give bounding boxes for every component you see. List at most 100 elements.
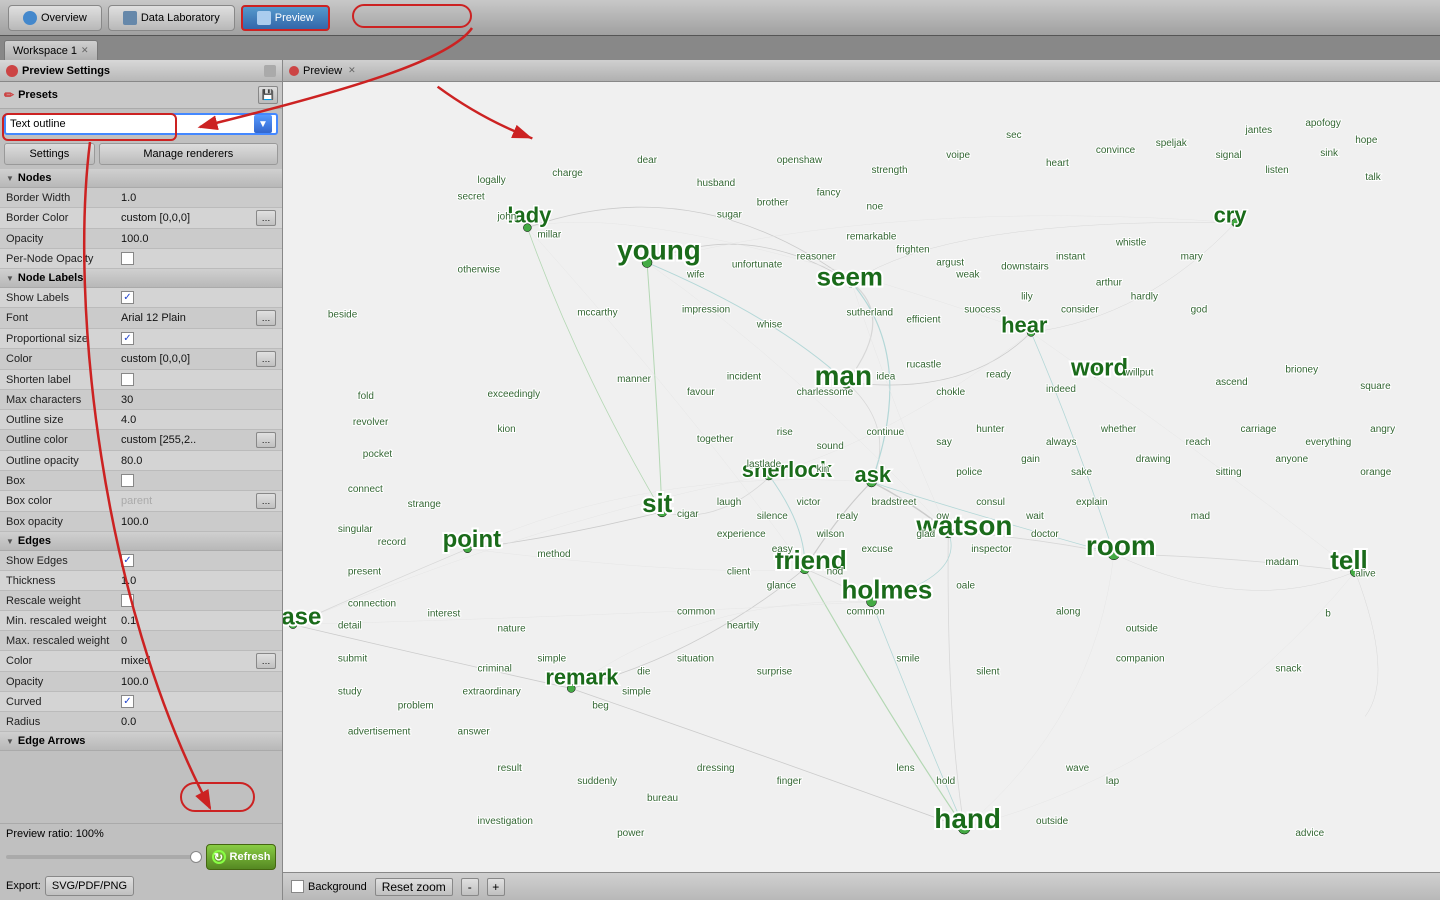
svg-text:argust: argust [936, 258, 964, 269]
show-labels-checkbox[interactable] [121, 291, 134, 304]
edge-color-value: mixed [121, 655, 254, 667]
max-characters-value: 30 [121, 394, 276, 406]
settings-btn-label: Settings [29, 148, 69, 160]
per-node-opacity-checkbox[interactable] [121, 252, 134, 265]
svg-text:sitting: sitting [1216, 467, 1242, 478]
zoom-plus-button[interactable]: + [487, 878, 505, 896]
svg-text:young: young [617, 235, 701, 266]
svg-text:study: study [338, 686, 362, 697]
svg-text:rucastle: rucastle [906, 359, 941, 370]
svg-text:wave: wave [1065, 763, 1090, 774]
reset-zoom-button[interactable]: Reset zoom [375, 878, 453, 896]
svg-text:laugh: laugh [717, 497, 741, 508]
box-checkbox[interactable] [121, 474, 134, 487]
manage-renderers-button[interactable]: Manage renderers [99, 143, 278, 165]
svg-text:dressing: dressing [697, 763, 735, 774]
border-color-row: Border Color custom [0,0,0] … [0, 208, 282, 229]
svg-text:room: room [1086, 530, 1156, 561]
svg-text:record: record [378, 537, 406, 548]
box-label: Box [6, 475, 121, 487]
workspace-tab[interactable]: Workspace 1 ✕ [4, 40, 98, 60]
svg-text:chokle: chokle [936, 387, 965, 398]
svg-text:extraordinary: extraordinary [463, 686, 521, 697]
svg-text:connect: connect [348, 484, 383, 495]
border-color-label: Border Color [6, 212, 121, 224]
preset-select[interactable]: Text outline ▼ [4, 113, 278, 135]
export-button[interactable]: SVG/PDF/PNG [45, 876, 134, 896]
proportional-size-checkbox[interactable] [121, 332, 134, 345]
svg-text:brother: brother [757, 198, 789, 209]
svg-text:power: power [617, 828, 645, 839]
outline-color-btn[interactable]: … [256, 432, 276, 448]
background-checkbox[interactable] [291, 880, 304, 893]
svg-text:kion: kion [497, 424, 515, 435]
svg-text:ready: ready [986, 369, 1011, 380]
panel-minimize-btn[interactable] [264, 65, 276, 77]
border-color-btn[interactable]: … [256, 210, 276, 226]
svg-text:criminal: criminal [477, 663, 511, 674]
show-edges-row: Show Edges [0, 551, 282, 571]
shorten-label-label: Shorten label [6, 374, 121, 386]
max-rescaled-label: Max. rescaled weight [6, 635, 121, 647]
zoom-slider[interactable] [6, 855, 202, 859]
rescale-weight-checkbox[interactable] [121, 594, 134, 607]
edge-color-btn[interactable]: … [256, 653, 276, 669]
opacity-row: Opacity 100.0 [0, 229, 282, 249]
preview-close-btn[interactable] [289, 66, 299, 76]
workspace-close-icon[interactable]: ✕ [81, 45, 89, 56]
svg-text:wilson: wilson [816, 529, 845, 540]
data-laboratory-button[interactable]: Data Laboratory [108, 5, 235, 31]
svg-text:sink: sink [1320, 148, 1338, 159]
svg-text:suddenly: suddenly [577, 776, 617, 787]
curved-row: Curved [0, 692, 282, 712]
svg-text:sugar: sugar [717, 210, 743, 221]
box-row: Box [0, 471, 282, 491]
svg-text:sutherland: sutherland [847, 307, 894, 318]
edges-section-label: Edges [18, 535, 51, 547]
svg-text:remarkable: remarkable [847, 232, 897, 243]
svg-text:reasoner: reasoner [797, 252, 837, 263]
color-btn[interactable]: … [256, 351, 276, 367]
curved-checkbox[interactable] [121, 695, 134, 708]
nodes-triangle-icon: ▼ [6, 174, 14, 183]
presets-text: Presets [18, 89, 58, 101]
zoom-minus-button[interactable]: - [461, 878, 479, 896]
thickness-row: Thickness 1.0 [0, 571, 282, 591]
svg-text:angry: angry [1370, 424, 1395, 435]
zoom-slider-thumb[interactable] [190, 851, 202, 863]
presets-save-btn[interactable]: 💾 [258, 86, 278, 104]
zoom-slider-row: ↻ Refresh [6, 844, 276, 870]
svg-text:charlessome: charlessome [797, 387, 854, 398]
svg-text:everything: everything [1305, 437, 1351, 448]
data-lab-icon [123, 11, 137, 25]
show-edges-checkbox[interactable] [121, 554, 134, 567]
svg-text:ow: ow [936, 511, 950, 522]
svg-text:cry: cry [1214, 203, 1248, 228]
svg-text:strength: strength [871, 165, 907, 176]
preview-close-icon[interactable]: ✕ [348, 65, 356, 76]
thickness-value: 1.0 [121, 575, 276, 587]
svg-text:fancy: fancy [817, 188, 841, 199]
svg-text:realy: realy [837, 511, 859, 522]
svg-text:suocess: suocess [964, 304, 1001, 315]
svg-text:result: result [497, 763, 522, 774]
edges-triangle-icon: ▼ [6, 537, 14, 546]
svg-text:whether: whether [1100, 424, 1137, 435]
refresh-button[interactable]: ↻ Refresh [206, 844, 276, 870]
svg-text:lens: lens [896, 763, 914, 774]
svg-text:always: always [1046, 437, 1076, 448]
panel-close-btn[interactable] [6, 65, 18, 77]
svg-text:jantes: jantes [1245, 125, 1273, 136]
overview-button[interactable]: Overview [8, 5, 102, 31]
svg-text:snack: snack [1275, 663, 1301, 674]
font-btn[interactable]: … [256, 310, 276, 326]
settings-button[interactable]: Settings [4, 143, 95, 165]
shorten-label-checkbox[interactable] [121, 373, 134, 386]
svg-text:weak: weak [955, 270, 979, 281]
preview-button[interactable]: Preview [241, 5, 330, 31]
export-label: Export: [6, 880, 41, 892]
box-color-btn[interactable]: … [256, 493, 276, 509]
svg-text:rise: rise [777, 427, 794, 438]
rescale-weight-row: Rescale weight [0, 591, 282, 611]
svg-text:singular: singular [338, 524, 374, 535]
